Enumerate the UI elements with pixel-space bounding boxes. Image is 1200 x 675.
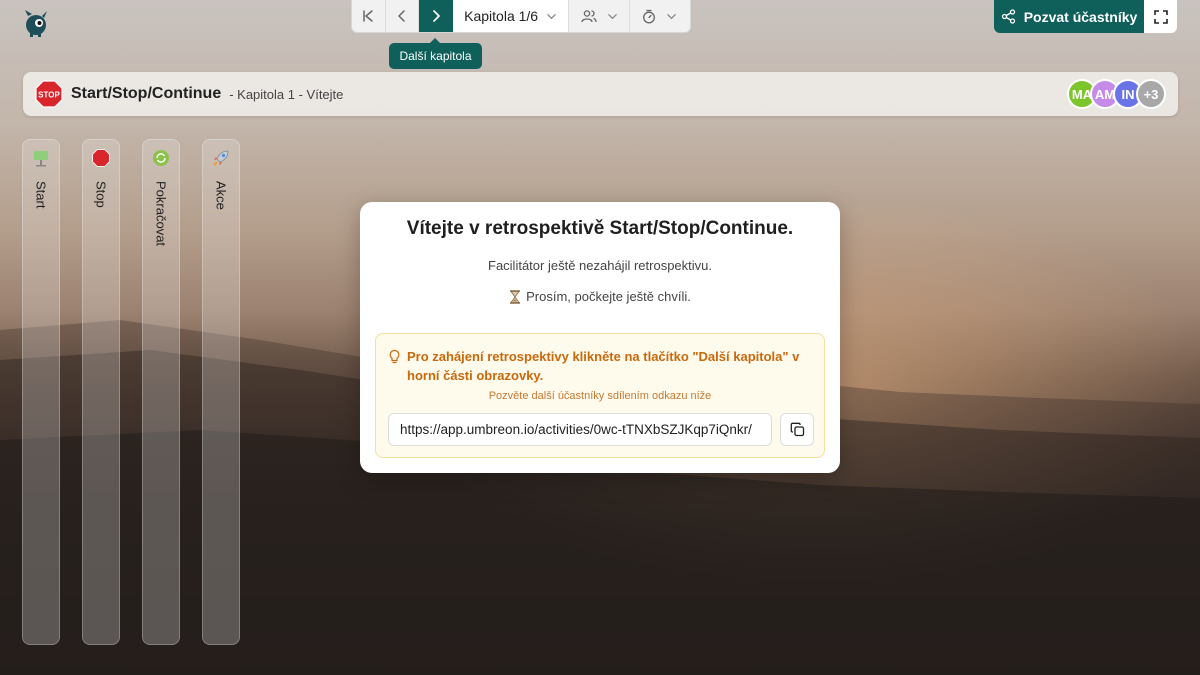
chevron-down-icon bbox=[547, 13, 556, 19]
svg-text:STOP: STOP bbox=[38, 91, 60, 100]
invite-participants-button[interactable]: Pozvat účastníky bbox=[994, 0, 1144, 33]
activity-header: STOP Start/Stop/Continue - Kapitola 1 - … bbox=[23, 72, 1178, 116]
stop-sign-icon bbox=[91, 148, 111, 168]
wait-text: Prosím, počkejte ještě chvíli. bbox=[526, 289, 691, 304]
participants-dropdown[interactable] bbox=[569, 0, 630, 32]
start-instructions: Pro zahájení retrospektivy klikněte na t… bbox=[375, 333, 825, 458]
column-label: Stop bbox=[93, 181, 109, 208]
invite-label: Pozvat účastníky bbox=[1023, 8, 1138, 25]
stop-sign-icon: STOP bbox=[35, 80, 63, 108]
skip-back-icon bbox=[363, 10, 374, 22]
column-label: Akce bbox=[213, 181, 229, 210]
fullscreen-icon bbox=[1153, 9, 1168, 24]
chevron-right-icon bbox=[433, 10, 440, 22]
share-icon bbox=[1001, 9, 1015, 24]
previous-chapter-button[interactable] bbox=[386, 0, 420, 32]
chapter-subtitle: - Kapitola 1 - Vítejte bbox=[229, 86, 344, 102]
welcome-title: Vítejte v retrospektivě Start/Stop/Conti… bbox=[406, 218, 794, 239]
column-start[interactable]: Start bbox=[22, 139, 60, 645]
column-label: Start bbox=[33, 181, 49, 209]
chapter-toolbar: Kapitola 1/6 bbox=[351, 0, 691, 33]
chapter-dropdown[interactable]: Kapitola 1/6 bbox=[452, 0, 570, 32]
lightbulb-icon bbox=[389, 349, 400, 364]
first-chapter-button[interactable] bbox=[352, 0, 386, 32]
timer-dropdown[interactable] bbox=[630, 0, 690, 32]
instructions-text: Pro zahájení retrospektivy klikněte na t… bbox=[407, 349, 800, 383]
welcome-dialog: Vítejte v retrospektivě Start/Stop/Conti… bbox=[360, 202, 840, 473]
chapter-label: Kapitola 1/6 bbox=[464, 8, 539, 24]
hourglass-icon bbox=[510, 289, 521, 304]
fullscreen-button[interactable] bbox=[1144, 0, 1177, 33]
participant-avatars[interactable]: MA AM IN +3 bbox=[1067, 79, 1166, 109]
chevron-down-icon bbox=[607, 13, 617, 19]
column-stop[interactable]: Stop bbox=[82, 139, 120, 645]
facilitator-status: Facilitátor ještě nezahájil retrospektiv… bbox=[488, 258, 712, 273]
copy-link-button[interactable] bbox=[780, 413, 814, 446]
rocket-icon bbox=[211, 148, 231, 168]
column-label: Pokračovat bbox=[153, 181, 169, 247]
activity-title: Start/Stop/Continue bbox=[71, 85, 222, 102]
recycle-icon bbox=[151, 148, 171, 168]
chevron-down-icon bbox=[667, 13, 677, 19]
start-icon bbox=[31, 148, 51, 168]
share-link-field[interactable]: https://app.umbreon.io/activities/0wc-tT… bbox=[388, 413, 772, 446]
app-logo[interactable] bbox=[22, 8, 50, 38]
next-chapter-button[interactable] bbox=[419, 0, 453, 32]
timer-icon bbox=[643, 9, 656, 23]
column-actions[interactable]: Akce bbox=[202, 139, 240, 645]
more-participants-badge[interactable]: +3 bbox=[1136, 79, 1166, 109]
share-hint: Pozvěte další účastníky sdílením odkazu … bbox=[488, 390, 712, 402]
chevron-left-icon bbox=[398, 10, 405, 22]
next-chapter-tooltip: Další kapitola bbox=[389, 38, 482, 69]
wait-message: Prosím, počkejte ještě chvíli. bbox=[360, 289, 840, 304]
copy-icon bbox=[790, 422, 804, 437]
column-continue[interactable]: Pokračovat bbox=[142, 139, 180, 645]
users-icon bbox=[580, 10, 597, 23]
